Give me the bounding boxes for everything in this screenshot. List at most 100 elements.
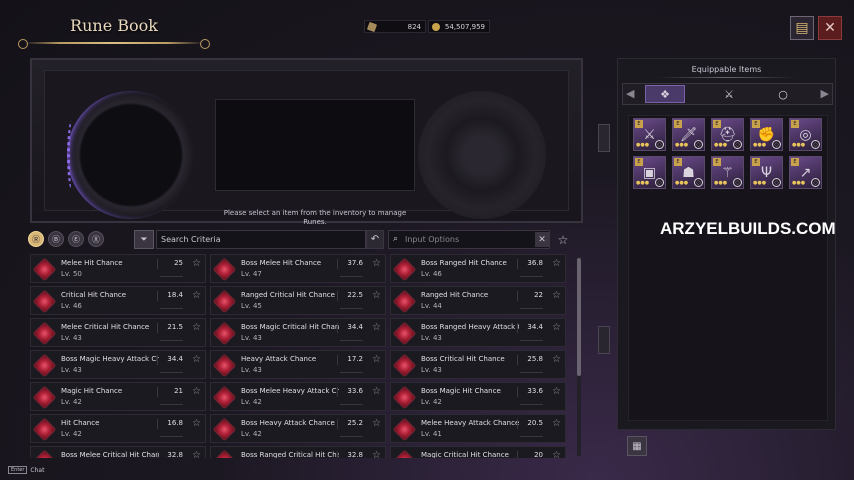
star-icon[interactable]: ☆ xyxy=(192,258,201,269)
filter-tab-1[interactable]: Ⓡ xyxy=(28,231,44,247)
options-input[interactable]: ⌕ Input Options xyxy=(388,230,550,249)
sword-icon[interactable]: E 🗡 ●●● ◌ xyxy=(672,118,705,151)
value-underline xyxy=(160,340,183,341)
star-icon[interactable]: ☆ xyxy=(192,450,201,458)
star-icon[interactable]: ☆ xyxy=(372,450,381,458)
tab-all-items[interactable]: ❖ xyxy=(645,85,685,103)
staff-icon[interactable]: E ⚚ ●●● ◌ xyxy=(711,156,744,189)
crossbow-icon[interactable]: E ⚔ ●●● ◌ xyxy=(633,118,666,151)
scrollbar-thumb[interactable] xyxy=(577,258,581,376)
rune-list-item[interactable]: Magic Critical Hit Chance 20 ☆ xyxy=(390,446,566,458)
rune-icon xyxy=(32,289,57,314)
rune-icon xyxy=(212,353,237,378)
spear-icon[interactable]: E ↗ ●●● ◌ xyxy=(789,156,822,189)
clear-options-button[interactable]: ✕ xyxy=(535,232,549,247)
chevron-left-icon[interactable]: ◀ xyxy=(626,87,634,100)
rune-list-item[interactable]: Boss Melee Heavy Attack Ch Lv. 42 33.6 ☆ xyxy=(210,382,386,411)
rune-list-item[interactable]: Melee Hit Chance Lv. 50 25 ☆ xyxy=(30,254,206,283)
star-icon[interactable]: ☆ xyxy=(372,418,381,429)
rune-value: 25 xyxy=(174,259,183,267)
close-button[interactable]: ✕ xyxy=(818,16,842,40)
reset-button[interactable]: ↶ xyxy=(366,230,384,249)
book-button[interactable]: ▤ xyxy=(790,16,814,40)
gauntlet-icon[interactable]: E ✊ ●●● ◌ xyxy=(750,118,783,151)
rune-name: Boss Magic Heavy Attack Ch xyxy=(61,355,159,363)
rune-list-item[interactable]: Boss Melee Hit Chance Lv. 47 37.6 ☆ xyxy=(210,254,386,283)
star-icon[interactable]: ☆ xyxy=(372,354,381,365)
rune-name: Boss Melee Heavy Attack Ch xyxy=(241,387,339,395)
filter-tab-2[interactable]: Ⓑ xyxy=(48,231,64,247)
star-icon[interactable]: ☆ xyxy=(192,354,201,365)
filter-tab-3[interactable]: Ⓔ xyxy=(68,231,84,247)
rune-list-item[interactable]: Critical Hit Chance Lv. 46 18.4 ☆ xyxy=(30,286,206,315)
divider xyxy=(517,451,518,458)
search-criteria-dropdown[interactable]: Search Criteria xyxy=(156,230,366,249)
mask-icon[interactable]: E ☗ ●●● ◌ xyxy=(672,156,705,189)
chevron-right-icon[interactable]: ▶ xyxy=(821,87,829,100)
star-icon[interactable]: ☆ xyxy=(552,450,561,458)
inventory-button[interactable]: ▦ xyxy=(627,436,647,456)
rune-dots-icon: ●●● xyxy=(753,142,767,148)
helmet-icon[interactable]: E ⛑ ●●● ◌ xyxy=(711,118,744,151)
rune-list-item[interactable]: Boss Ranged Hit Chance Lv. 46 36.8 ☆ xyxy=(390,254,566,283)
rune-level: Lv. 43 xyxy=(241,366,262,374)
star-icon[interactable]: ☆ xyxy=(372,258,381,269)
trident-icon[interactable]: E Ψ ●●● ◌ xyxy=(750,156,783,189)
rune-value: 34.4 xyxy=(167,355,183,363)
star-icon[interactable]: ☆ xyxy=(372,322,381,333)
rune-slot-left[interactable] xyxy=(67,91,195,219)
tab-weapons[interactable]: ⚔ xyxy=(709,85,749,103)
bracer-icon[interactable]: E ▣ ●●● ◌ xyxy=(633,156,666,189)
rune-level: Lv. 43 xyxy=(421,334,442,342)
rune-list-item[interactable]: Boss Magic Critical Hit Chance Lv. 43 34.4… xyxy=(210,318,386,347)
star-icon[interactable]: ☆ xyxy=(192,322,201,333)
rune-icon xyxy=(392,321,417,346)
filter-funnel-button[interactable]: ⏷ xyxy=(134,230,154,249)
weapon-icon: ⚔ xyxy=(724,87,734,101)
value-underline xyxy=(340,308,363,309)
rune-icon xyxy=(32,353,57,378)
rune-list-item[interactable]: Ranged Hit Chance Lv. 44 22 ☆ xyxy=(390,286,566,315)
divider xyxy=(157,451,158,458)
star-icon[interactable]: ☆ xyxy=(552,354,561,365)
rune-list-item[interactable]: Hit Chance Lv. 42 16.8 ☆ xyxy=(30,414,206,443)
rune-list-item[interactable]: Magic Hit Chance Lv. 42 21 ☆ xyxy=(30,382,206,411)
star-icon[interactable]: ☆ xyxy=(552,258,561,269)
close-icon: ✕ xyxy=(824,20,836,36)
rune-list-item[interactable]: Boss Heavy Attack Chance Lv. 42 25.2 ☆ xyxy=(210,414,386,443)
rune-list-item[interactable]: Boss Magic Heavy Attack Ch Lv. 43 34.4 ☆ xyxy=(30,350,206,379)
star-icon[interactable]: ☆ xyxy=(372,386,381,397)
rune-slot-right[interactable] xyxy=(418,91,546,219)
rune-list-item[interactable]: Heavy Attack Chance Lv. 43 17.2 ☆ xyxy=(210,350,386,379)
rune-list-item[interactable]: Ranged Critical Hit Chance Lv. 45 22.5 ☆ xyxy=(210,286,386,315)
bracelet-icon[interactable]: E ◎ ●●● ◌ xyxy=(789,118,822,151)
star-icon[interactable]: ☆ xyxy=(192,386,201,397)
star-icon[interactable]: ☆ xyxy=(552,386,561,397)
rune-level: Lv. 43 xyxy=(241,334,262,342)
divider xyxy=(517,259,518,269)
rune-list-item[interactable]: Melee Critical Hit Chance Lv. 43 21.5 ☆ xyxy=(30,318,206,347)
rune-list-item[interactable]: Melee Heavy Attack Chance Lv. 41 20.5 ☆ xyxy=(390,414,566,443)
star-icon[interactable]: ☆ xyxy=(552,418,561,429)
star-icon[interactable]: ☆ xyxy=(192,290,201,301)
rune-list-item[interactable]: Boss Magic Hit Chance Lv. 42 33.6 ☆ xyxy=(390,382,566,411)
rune-list-scrollbar[interactable] xyxy=(577,256,581,456)
chat-hint[interactable]: Enter Chat xyxy=(8,466,44,474)
rune-list-item[interactable]: Boss Ranged Heavy Attack C Lv. 43 34.4 ☆ xyxy=(390,318,566,347)
rune-value: 21.5 xyxy=(167,323,183,331)
grade-badge-icon: E xyxy=(635,158,643,166)
favorite-filter-button[interactable]: ☆ xyxy=(555,231,571,248)
filter-tab-4[interactable]: Ⓧ xyxy=(88,231,104,247)
rune-list-item[interactable]: Boss Melee Critical Hit Chan 32.8 ☆ xyxy=(30,446,206,458)
star-icon[interactable]: ☆ xyxy=(552,290,561,301)
coin-icon xyxy=(432,23,440,31)
rune-list-item[interactable]: Boss Ranged Critical Hit Chan 32.8 ☆ xyxy=(210,446,386,458)
rune-name: Melee Critical Hit Chance xyxy=(61,323,150,331)
tab-accessories[interactable]: ○ xyxy=(763,85,803,103)
star-icon[interactable]: ☆ xyxy=(192,418,201,429)
star-icon[interactable]: ☆ xyxy=(552,322,561,333)
rune-name: Critical Hit Chance xyxy=(61,291,127,299)
star-icon[interactable]: ☆ xyxy=(372,290,381,301)
item-slot-center[interactable] xyxy=(215,99,415,191)
rune-list-item[interactable]: Boss Critical Hit Chance Lv. 43 25.8 ☆ xyxy=(390,350,566,379)
